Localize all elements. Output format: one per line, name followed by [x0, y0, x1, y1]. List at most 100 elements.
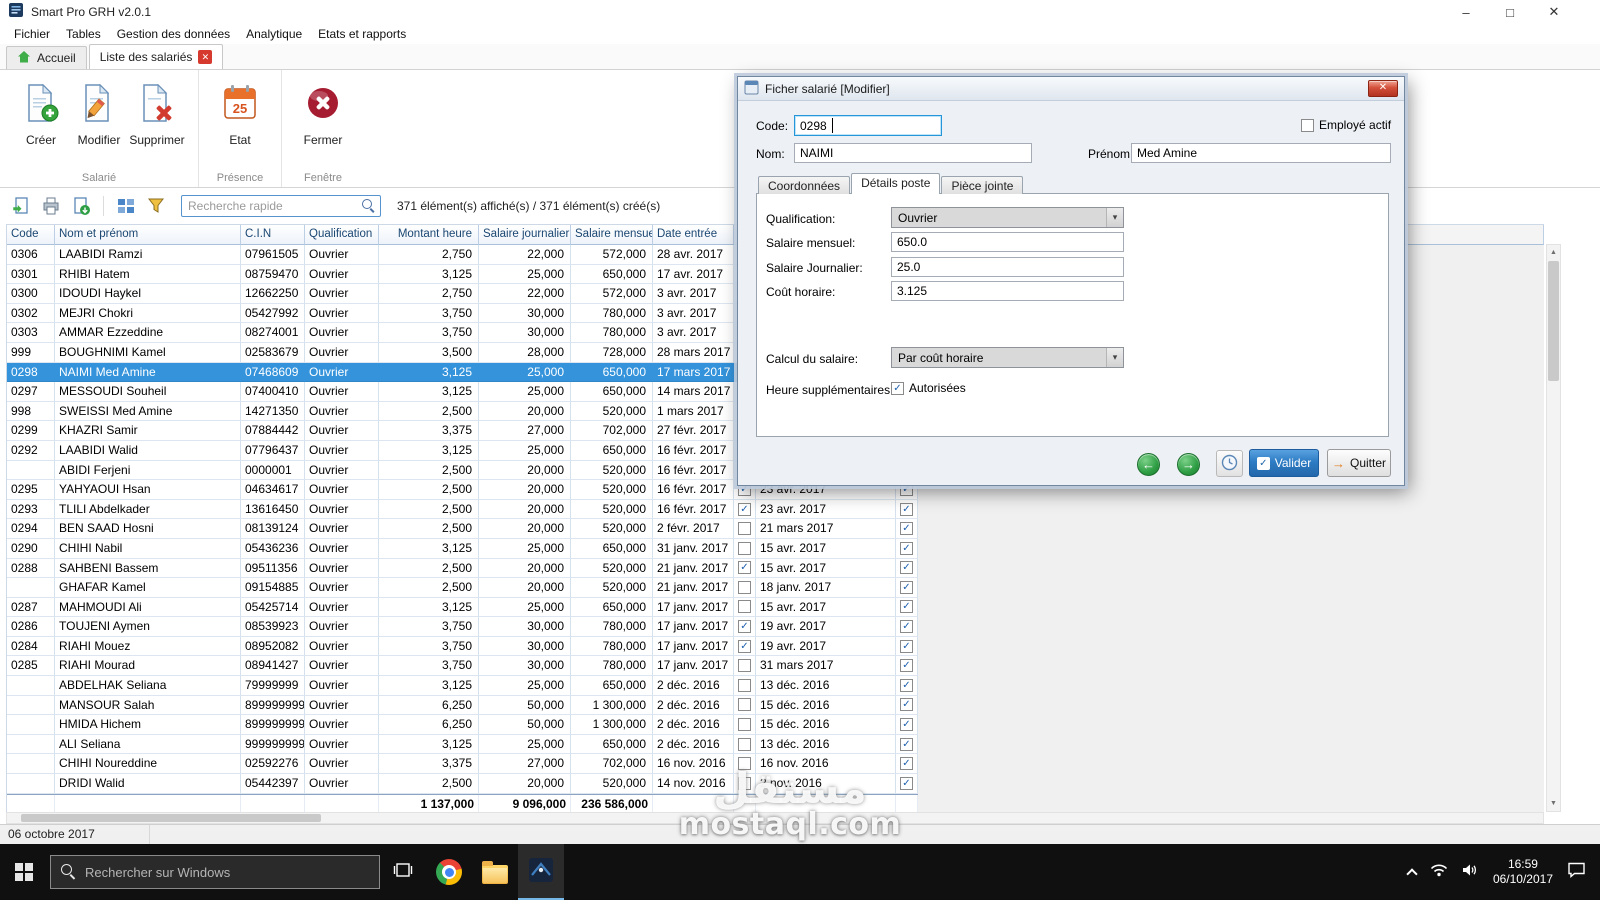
search-input[interactable] — [181, 195, 381, 217]
tab-accueil[interactable]: Accueil — [6, 46, 87, 69]
menu-gestion-donnees[interactable]: Gestion des données — [109, 25, 238, 43]
menu-tables[interactable]: Tables — [58, 25, 109, 43]
row-checkbox[interactable] — [738, 522, 751, 536]
row-checkbox[interactable]: ✓ — [900, 620, 913, 634]
valider-button[interactable]: ✓ Valider — [1249, 449, 1319, 477]
checkbox-unchecked-icon[interactable] — [1301, 118, 1314, 132]
scroll-down-icon[interactable]: ▼ — [1547, 796, 1560, 811]
dialog-titlebar[interactable]: Ficher salarié [Modifier] ✕ — [738, 77, 1404, 101]
delete-button[interactable]: Supprimer — [128, 78, 186, 147]
table-row[interactable]: 0286 TOUJENI Aymen 08539923 Ouvrier 3,750 30,… — [7, 617, 918, 637]
table-row[interactable]: ABDELHAK Seliana 79999999 Ouvrier 3,125 25,0… — [7, 676, 918, 696]
minimize-button[interactable]: – — [1444, 0, 1488, 24]
qualification-select[interactable]: Ouvrier ▾ — [891, 207, 1124, 228]
menu-analytique[interactable]: Analytique — [238, 25, 310, 43]
row-checkbox[interactable]: ✓ — [738, 639, 751, 653]
table-row[interactable]: HMIDA Hichem 899999999 Ouvrier 6,250 50,000 1… — [7, 715, 918, 735]
column-header[interactable]: Nom et prénom — [55, 225, 241, 245]
row-checkbox[interactable]: ✓ — [900, 541, 913, 555]
taskbar-clock[interactable]: 16:59 06/10/2017 — [1493, 857, 1553, 887]
row-checkbox[interactable]: ✓ — [738, 502, 751, 516]
row-checkbox[interactable]: ✓ — [900, 678, 913, 692]
volume-icon[interactable] — [1462, 863, 1479, 882]
export-icon[interactable] — [70, 195, 92, 217]
menu-fichier[interactable]: Fichier — [6, 25, 58, 43]
code-input[interactable] — [794, 115, 942, 136]
dialog-close-button[interactable]: ✕ — [1368, 80, 1398, 97]
chevron-down-icon[interactable]: ▾ — [1106, 348, 1123, 367]
next-record-button[interactable]: → — [1177, 453, 1200, 476]
notification-icon[interactable] — [1567, 861, 1586, 883]
table-row[interactable]: 0293 TLILI Abdelkader 13616450 Ouvrier 2,500… — [7, 499, 918, 520]
table-row[interactable]: 0284 RIAHI Mouez 08952082 Ouvrier 3,750 30,00… — [7, 636, 918, 657]
table-row[interactable]: CHIHI Noureddine 02592276 Ouvrier 3,375 27,0… — [7, 754, 918, 775]
row-checkbox[interactable]: ✓ — [738, 561, 751, 575]
salaire-mensuel-input[interactable] — [891, 232, 1124, 252]
row-checkbox[interactable] — [738, 718, 751, 732]
chevron-up-icon[interactable] — [1406, 868, 1418, 880]
row-checkbox[interactable]: ✓ — [900, 522, 913, 536]
etat-button[interactable]: 25 Etat — [211, 78, 269, 147]
network-icon[interactable] — [1430, 863, 1448, 882]
vertical-scrollbar[interactable]: ▲ ▼ — [1546, 244, 1561, 812]
quitter-button[interactable]: → Quitter — [1327, 449, 1391, 477]
cout-horaire-input[interactable] — [891, 281, 1124, 301]
chevron-down-icon[interactable]: ▾ — [1106, 208, 1123, 227]
row-checkbox[interactable] — [738, 659, 751, 673]
start-button[interactable] — [0, 844, 48, 900]
row-checkbox[interactable]: ✓ — [900, 561, 913, 575]
close-tab-icon[interactable]: ✕ — [198, 50, 213, 64]
horizontal-scrollbar[interactable] — [6, 812, 1544, 824]
calcul-salaire-select[interactable]: Par coût horaire ▾ — [891, 347, 1124, 368]
row-checkbox[interactable]: ✓ — [900, 600, 913, 614]
import-icon[interactable] — [10, 195, 32, 217]
row-checkbox[interactable]: ✓ — [900, 757, 913, 771]
row-checkbox[interactable] — [738, 678, 751, 692]
search-icon[interactable] — [362, 199, 376, 213]
maximize-button[interactable]: □ — [1488, 0, 1532, 24]
column-header[interactable]: Salaire mensuel — [571, 225, 653, 245]
row-checkbox[interactable] — [738, 757, 751, 771]
chrome-button[interactable] — [426, 844, 472, 900]
table-row[interactable]: ALI Seliana 999999999 Ouvrier 3,125 25,000 65… — [7, 734, 918, 755]
row-checkbox[interactable] — [738, 600, 751, 614]
table-row[interactable]: DRIDI Walid 05442397 Ouvrier 2,500 20,000 520… — [7, 774, 918, 794]
create-button[interactable]: Créer — [12, 78, 70, 147]
row-checkbox[interactable] — [738, 776, 751, 790]
row-checkbox[interactable]: ✓ — [738, 620, 751, 634]
employe-actif-checkbox[interactable]: Employé actif — [1301, 118, 1391, 132]
row-checkbox[interactable] — [738, 580, 751, 594]
column-header[interactable]: Date entrée — [653, 225, 734, 245]
column-header[interactable]: C.I.N — [241, 225, 305, 245]
row-checkbox[interactable]: ✓ — [900, 502, 913, 516]
row-checkbox[interactable]: ✓ — [900, 776, 913, 790]
vertical-scroll-thumb[interactable] — [1548, 261, 1559, 381]
row-checkbox[interactable]: ✓ — [900, 639, 913, 653]
table-row[interactable]: MANSOUR Salah8999999999Ouvrier6,25050,00… — [7, 695, 918, 716]
filter-icon[interactable] — [145, 195, 167, 217]
salaire-journalier-input[interactable] — [891, 257, 1124, 277]
table-row[interactable]: 0290 CHIHI Nabil 05436236 Ouvrier 3,125 25,00… — [7, 538, 918, 559]
horizontal-scroll-thumb[interactable] — [21, 814, 321, 822]
table-row[interactable]: 0288 SAHBENI Bassem 09511356 Ouvrier 2,500 20… — [7, 558, 918, 579]
row-checkbox[interactable] — [738, 541, 751, 555]
layout-grid-icon[interactable] — [115, 195, 137, 217]
close-window-button[interactable]: Fermer — [294, 78, 352, 147]
table-row[interactable]: 0287 MAHMOUDI Ali 05425714 Ouvrier 3,125 25,0… — [7, 597, 918, 618]
tab-liste-salaries[interactable]: Liste des salariés ✕ — [88, 44, 224, 69]
prenom-input[interactable] — [1131, 143, 1391, 163]
row-checkbox[interactable]: ✓ — [900, 737, 913, 751]
column-header[interactable]: Salaire journalier — [479, 225, 571, 245]
table-row[interactable]: 0285 RIAHI Mourad 08941427 Ouvrier 3,750 30,0… — [7, 656, 918, 677]
table-row[interactable]: 0294 BEN SAAD Hosni 08139124 Ouvrier 2,500 20… — [7, 519, 918, 539]
menu-etats-rapports[interactable]: Etats et rapports — [310, 25, 414, 43]
tab-details-poste[interactable]: Détails poste — [851, 173, 941, 194]
close-button[interactable]: ✕ — [1532, 0, 1576, 24]
column-header[interactable]: Montant heure — [379, 225, 479, 245]
taskbar-search-input[interactable] — [50, 855, 380, 889]
scroll-up-icon[interactable]: ▲ — [1547, 245, 1560, 260]
column-header[interactable]: Code — [7, 225, 55, 245]
row-checkbox[interactable]: ✓ — [900, 718, 913, 732]
previous-record-button[interactable]: ← — [1137, 453, 1160, 476]
row-checkbox[interactable]: ✓ — [900, 580, 913, 594]
